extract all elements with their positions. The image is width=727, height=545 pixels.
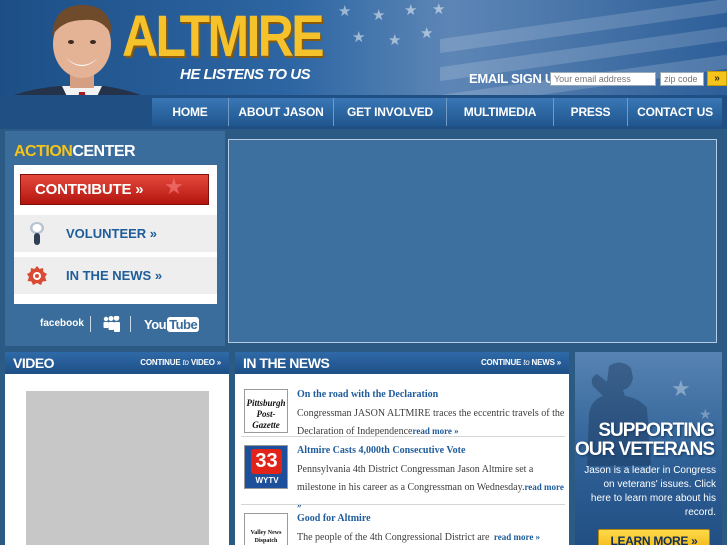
site-logo[interactable]: ALTMIRE [122,6,324,68]
wytv-channel-number: 33 [251,449,282,474]
social-divider [130,316,131,332]
myspace-icon[interactable] [102,316,120,332]
email-signup-label: EMAIL SIGN UP [469,71,563,86]
continue-suffix: VIDEO » [190,358,221,367]
video-player[interactable] [26,391,209,545]
continue-video-link[interactable]: CONTINUE to VIDEO » [140,358,221,367]
news-badge-icon [27,266,47,285]
news-headline[interactable]: Good for Altmire [297,513,565,524]
news-headline[interactable]: On the road with the Declaration [297,389,565,400]
youtube-tube: Tube [167,317,200,332]
in-the-news-link[interactable]: IN THE NEWS » [14,256,217,294]
learn-more-button[interactable]: LEARN MORE » [598,529,710,545]
wytv-station-name: WYTV [255,476,279,485]
news-headline[interactable]: Altmire Casts 4,000th Consecutive Vote [297,445,565,456]
nav-press[interactable]: PRESS [554,98,628,126]
read-more-link[interactable]: read more » [494,532,540,542]
star-icon: ★ [388,32,402,49]
post-gazette-logo: Pittsburgh Post-Gazette [246,398,286,430]
news-divider [241,436,565,437]
nav-contact-us[interactable]: CONTACT US [628,98,722,126]
video-header: VIDEO CONTINUE to VIDEO » [5,352,229,374]
read-more-link[interactable]: read more » [413,426,459,436]
nav-bar: HOME ABOUT JASON GET INVOLVED MULTIMEDIA… [152,98,722,126]
news-item: Pittsburgh Post-Gazette On the road with… [239,389,565,437]
star-icon: ★ [338,3,352,20]
video-title: VIDEO [13,355,55,371]
star-icon: ★ [671,376,691,401]
news-source-logo: 33 WYTV [244,445,288,489]
tagline: HE LISTENS TO US [180,66,311,83]
action-center-title-accent: ACTION [14,143,73,160]
featured-content-area[interactable] [228,139,717,343]
news-item: 33 WYTV Altmire Casts 4,000th Consecutiv… [239,445,565,510]
social-links: facebook You Tube [14,312,217,338]
star-icon: ★ [432,1,446,18]
star-icon: ★ [420,25,434,42]
veterans-description: Jason is a leader in Congress on veteran… [584,465,716,518]
news-text: Good for Altmire The people of the 4th C… [297,513,565,545]
in-the-news-label: IN THE NEWS » [66,268,163,283]
continue-suffix: NEWS » [531,358,562,367]
veterans-title-line1: SUPPORTING [598,420,715,441]
nav-multimedia[interactable]: MULTIMEDIA [447,98,554,126]
volunteer-label: VOLUNTEER » [66,226,158,241]
continue-news-link[interactable]: CONTINUE to NEWS » [481,358,561,367]
nav-about-jason[interactable]: ABOUT JASON [229,98,334,126]
star-icon: ★ [372,7,386,24]
valley-news-dispatch-logo: Valley News Dispatch [250,530,282,544]
news-summary: The people of the 4th Congressional Dist… [297,532,490,543]
main-nav: HOME ABOUT JASON GET INVOLVED MULTIMEDIA… [0,95,727,129]
star-icon: ★ [164,174,184,199]
news-text: On the road with the Declaration Congres… [297,389,565,439]
veterans-title: SUPPORTING OUR VETERANS [575,420,715,460]
nav-home[interactable]: HOME [152,98,229,126]
youtube-link[interactable]: You Tube [144,317,200,332]
news-source-logo: Pittsburgh Post-Gazette [244,389,288,433]
news-source-logo: Valley News Dispatch [244,513,288,545]
continue-to: to [523,358,530,367]
continue-to: to [182,358,189,367]
nav-get-involved[interactable]: GET INVOLVED [334,98,447,126]
news-summary: Pennsylvania 4th District Congressman Ja… [297,464,534,493]
veterans-promo[interactable]: ★ ★ SUPPORTING OUR VETERANS Jason is a l… [575,352,722,545]
news-header: IN THE NEWS CONTINUE to NEWS » [235,352,569,374]
action-center-title: ACTIONCENTER [14,143,136,161]
volunteer-link[interactable]: VOLUNTEER » [14,214,217,252]
news-section: IN THE NEWS CONTINUE to NEWS » Pittsburg… [235,352,569,545]
action-center-title-rest: CENTER [72,143,136,160]
youtube-you: You [144,317,167,332]
email-submit-button[interactable]: » [707,71,727,86]
news-title: IN THE NEWS [243,355,330,371]
microphone-icon [30,222,44,245]
continue-prefix: CONTINUE [480,358,522,367]
news-divider [241,504,565,505]
news-item: Valley News Dispatch Good for Altmire Th… [239,513,565,545]
news-text: Altmire Casts 4,000th Consecutive Vote P… [297,445,565,513]
facebook-link[interactable]: facebook [40,318,84,329]
email-input[interactable] [550,72,656,86]
zip-code-input[interactable] [660,72,704,86]
veterans-title-line2: OUR VETERANS [575,439,715,460]
video-section: VIDEO CONTINUE to VIDEO » [5,352,229,545]
site-header: ★ ★ ★ ★ ★ ★ ★ ALTMIRE HE LISTENS TO US E… [0,0,727,95]
star-icon: ★ [404,2,418,19]
star-icon: ★ [352,29,366,46]
continue-prefix: CONTINUE [140,358,181,367]
social-divider [90,316,91,332]
